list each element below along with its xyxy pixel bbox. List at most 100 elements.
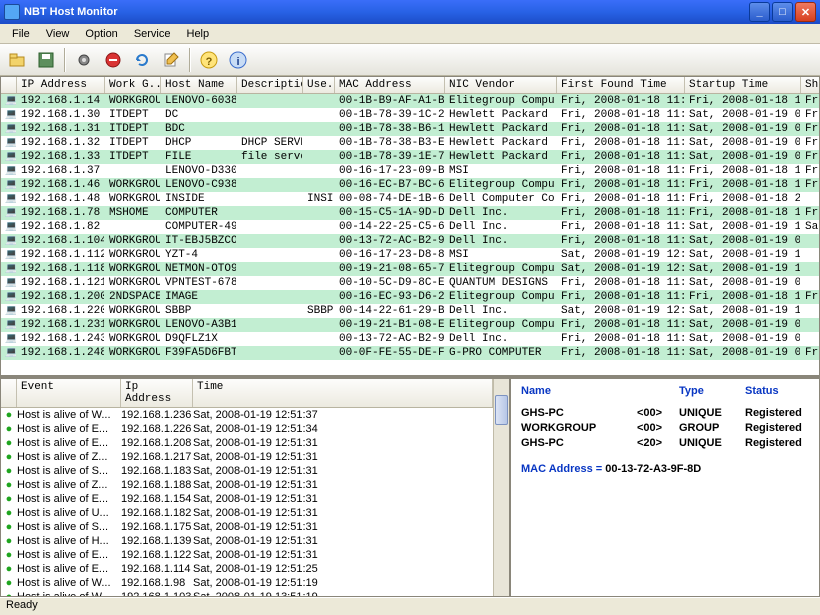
status-ok-icon xyxy=(1,506,17,520)
status-ok-icon xyxy=(1,450,17,464)
table-row[interactable]: 192.168.1.33ITDEPTFILEfile server00-1B-7… xyxy=(1,150,820,164)
table-row[interactable]: 192.168.1.46WORKGROUPLENOVO-C938...00-16… xyxy=(1,178,820,192)
titlebar[interactable]: NBT Host Monitor _ □ ✕ xyxy=(0,0,820,24)
menu-view[interactable]: View xyxy=(38,26,78,42)
event-row[interactable]: Host is alive of W...192.168.1.98Sat, 20… xyxy=(1,576,493,590)
stop-icon[interactable] xyxy=(100,47,126,73)
menubar: File View Option Service Help xyxy=(0,24,820,44)
table-row[interactable]: 192.168.1.82COMPUTER-49...00-14-22-25-C5… xyxy=(1,220,820,234)
grid-col-10[interactable]: Shut... xyxy=(801,77,820,93)
detail-row: GHS-PC<20>UNIQUERegistered xyxy=(521,437,809,449)
event-header: Event Ip Address Time xyxy=(1,379,493,408)
event-row[interactable]: Host is alive of Z...192.168.1.188Sat, 2… xyxy=(1,478,493,492)
status-ok-icon xyxy=(1,492,17,506)
event-row[interactable]: Host is alive of W...192.168.1.103Sat, 2… xyxy=(1,590,493,597)
window-title: NBT Host Monitor xyxy=(24,6,117,18)
menu-service[interactable]: Service xyxy=(126,26,179,42)
table-row[interactable]: 192.168.1.30ITDEPTDC00-1B-78-39-1C-24Hew… xyxy=(1,108,820,122)
event-row[interactable]: Host is alive of E...192.168.1.226Sat, 2… xyxy=(1,422,493,436)
event-row[interactable]: Host is alive of S...192.168.1.175Sat, 2… xyxy=(1,520,493,534)
table-row[interactable]: 192.168.1.220WORKGROUPSBBPSBBP00-14-22-6… xyxy=(1,304,820,318)
event-row[interactable]: Host is alive of E...192.168.1.122Sat, 2… xyxy=(1,548,493,562)
table-row[interactable]: 192.168.1.14WORKGROUPLENOVO-6038...00-1B… xyxy=(1,94,820,108)
status-ok-icon xyxy=(1,408,17,422)
grid-col-0[interactable] xyxy=(1,77,17,93)
maximize-button[interactable]: □ xyxy=(772,2,793,22)
table-row[interactable]: 192.168.1.243WORKGROUPD9QFLZ1X00-13-72-A… xyxy=(1,332,820,346)
grid-header-row: IP AddressWork G...Host NameDescriptionU… xyxy=(1,77,820,94)
event-col-ip[interactable]: Ip Address xyxy=(121,379,193,407)
grid-col-9[interactable]: Startup Time xyxy=(685,77,801,93)
grid-col-4[interactable]: Description xyxy=(237,77,303,93)
host-grid[interactable]: IP AddressWork G...Host NameDescriptionU… xyxy=(0,76,820,376)
grid-col-1[interactable]: IP Address xyxy=(17,77,105,93)
event-scrollbar[interactable] xyxy=(493,379,509,597)
menu-option[interactable]: Option xyxy=(77,26,125,42)
status-text: Ready xyxy=(6,599,38,611)
statusbar: Ready xyxy=(0,597,820,615)
table-row[interactable]: 192.168.1.78MSHOMECOMPUTER00-15-C5-1A-9D… xyxy=(1,206,820,220)
svg-text:?: ? xyxy=(206,56,213,68)
event-row[interactable]: Host is alive of E...192.168.1.154Sat, 2… xyxy=(1,492,493,506)
event-row[interactable]: Host is alive of Z...192.168.1.217Sat, 2… xyxy=(1,450,493,464)
save-icon[interactable] xyxy=(33,47,59,73)
table-row[interactable]: 192.168.1.32ITDEPTDHCPDHCP SERVER00-1B-7… xyxy=(1,136,820,150)
status-ok-icon xyxy=(1,562,17,576)
status-ok-icon xyxy=(1,548,17,562)
grid-col-6[interactable]: MAC Address xyxy=(335,77,445,93)
toolbar: ? i xyxy=(0,44,820,76)
table-row[interactable]: 192.168.1.112WORKGROUPYZT-400-16-17-23-D… xyxy=(1,248,820,262)
status-ok-icon xyxy=(1,478,17,492)
about-icon[interactable]: i xyxy=(225,47,251,73)
status-ok-icon xyxy=(1,576,17,590)
grid-col-7[interactable]: NIC Vendor xyxy=(445,77,557,93)
event-row[interactable]: Host is alive of H...192.168.1.139Sat, 2… xyxy=(1,534,493,548)
detail-pane: Name Type Status GHS-PC<00>UNIQUERegiste… xyxy=(510,378,820,597)
event-row[interactable]: Host is alive of U...192.168.1.182Sat, 2… xyxy=(1,506,493,520)
status-ok-icon xyxy=(1,590,17,597)
menu-file[interactable]: File xyxy=(4,26,38,42)
event-col-time[interactable]: Time xyxy=(193,379,493,407)
edit-icon[interactable] xyxy=(158,47,184,73)
open-icon[interactable] xyxy=(4,47,30,73)
detail-col-status: Status xyxy=(745,385,809,397)
table-row[interactable]: 192.168.1.121WORKGROUPVPNTEST-678...00-1… xyxy=(1,276,820,290)
app-icon xyxy=(4,4,20,20)
table-row[interactable]: 192.168.1.231WORKGROUPLENOVO-A3B1...00-1… xyxy=(1,318,820,332)
status-ok-icon xyxy=(1,422,17,436)
grid-col-3[interactable]: Host Name xyxy=(161,77,237,93)
table-row[interactable]: 192.168.1.37LENOVO-D330...00-16-17-23-09… xyxy=(1,164,820,178)
event-row[interactable]: Host is alive of W...192.168.1.236Sat, 2… xyxy=(1,408,493,422)
status-ok-icon xyxy=(1,436,17,450)
status-ok-icon xyxy=(1,520,17,534)
table-row[interactable]: 192.168.1.31ITDEPTBDC00-1B-78-38-B6-16He… xyxy=(1,122,820,136)
table-row[interactable]: 192.168.1.2002NDSPACEIMAGE00-16-EC-93-D6… xyxy=(1,290,820,304)
table-row[interactable]: 192.168.1.248WORKGROUPF39FA5D6FBT...00-0… xyxy=(1,346,820,360)
close-button[interactable]: ✕ xyxy=(795,2,816,22)
detail-row: WORKGROUP<00>GROUPRegistered xyxy=(521,422,809,434)
status-ok-icon xyxy=(1,534,17,548)
event-col-event[interactable]: Event xyxy=(17,379,121,407)
grid-col-5[interactable]: Use... xyxy=(303,77,335,93)
svg-text:i: i xyxy=(236,56,239,68)
detail-col-name: Name xyxy=(521,385,637,397)
minimize-button[interactable]: _ xyxy=(749,2,770,22)
table-row[interactable]: 192.168.1.48WORKGROUPINSIDEINSIDE00-08-7… xyxy=(1,192,820,206)
grid-col-2[interactable]: Work G... xyxy=(105,77,161,93)
mac-label: MAC Address = xyxy=(521,463,605,475)
refresh-icon[interactable] xyxy=(129,47,155,73)
menu-help[interactable]: Help xyxy=(179,26,218,42)
gear-icon[interactable] xyxy=(71,47,97,73)
status-ok-icon xyxy=(1,464,17,478)
event-pane[interactable]: Event Ip Address Time Host is alive of W… xyxy=(0,378,510,597)
event-row[interactable]: Host is alive of S...192.168.1.183Sat, 2… xyxy=(1,464,493,478)
detail-row: GHS-PC<00>UNIQUERegistered xyxy=(521,407,809,419)
mac-value: 00-13-72-A3-9F-8D xyxy=(605,463,701,475)
detail-col-type: Type xyxy=(679,385,745,397)
grid-col-8[interactable]: First Found Time xyxy=(557,77,685,93)
table-row[interactable]: 192.168.1.104WORKGROUPIT-EBJ5BZCO...00-1… xyxy=(1,234,820,248)
event-row[interactable]: Host is alive of E...192.168.1.114Sat, 2… xyxy=(1,562,493,576)
table-row[interactable]: 192.168.1.118WORKGROUPNETMON-OTO9...00-1… xyxy=(1,262,820,276)
event-row[interactable]: Host is alive of E...192.168.1.208Sat, 2… xyxy=(1,436,493,450)
help-icon[interactable]: ? xyxy=(196,47,222,73)
